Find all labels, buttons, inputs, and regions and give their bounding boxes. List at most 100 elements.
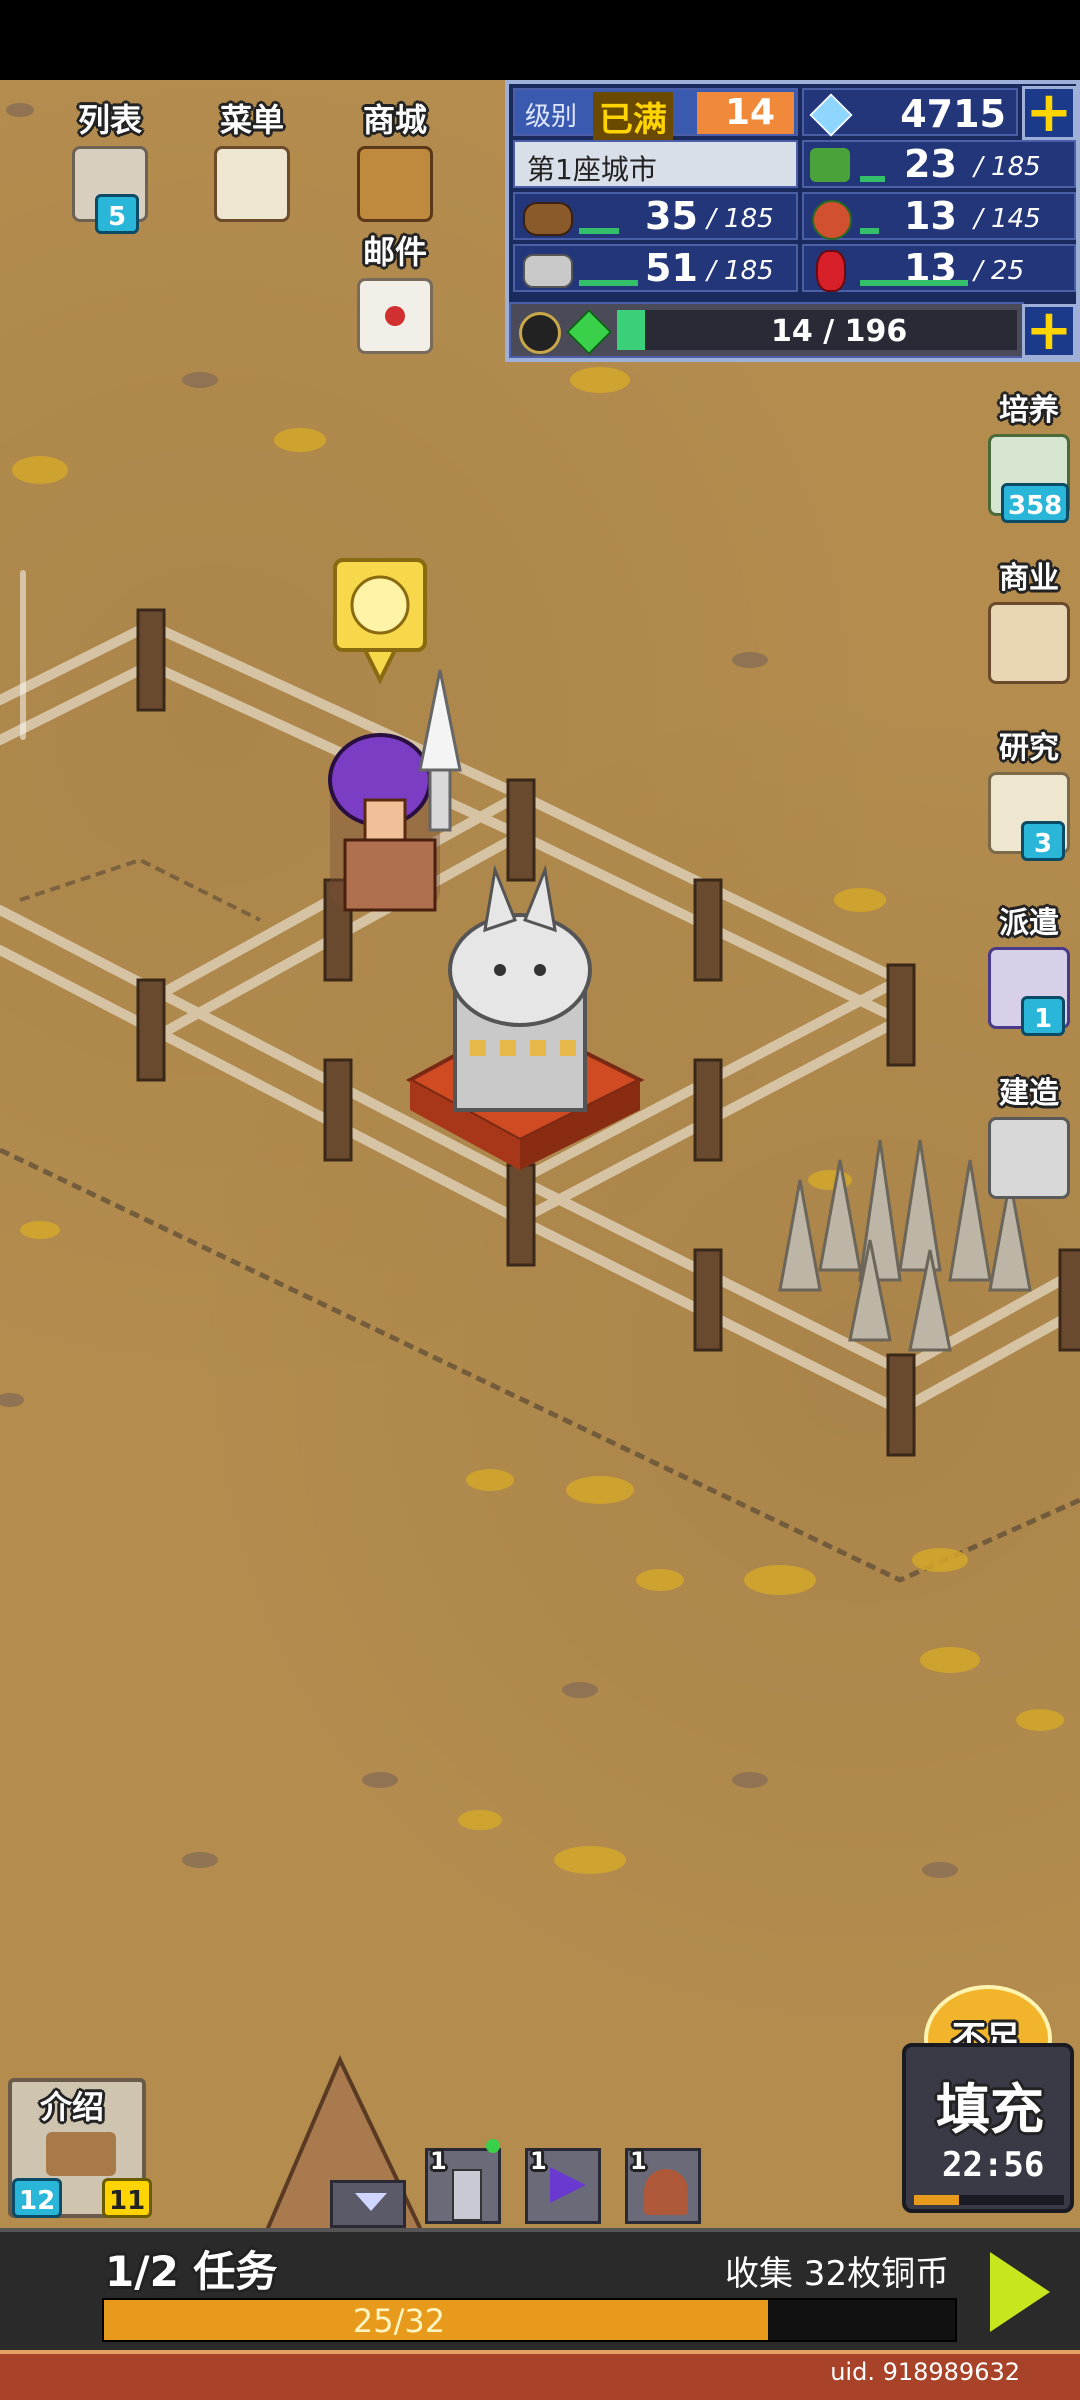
list-label: 列表 [77, 101, 142, 139]
wood-pile-icon [46, 2132, 116, 2176]
moon-icon [519, 312, 561, 354]
business-label: 商业 [999, 561, 1059, 596]
map-terrain [0, 103, 1080, 2230]
stone-max-value: 185 [724, 256, 774, 286]
house-icon [988, 602, 1070, 684]
wood-bar [579, 228, 620, 234]
list-icon: 5 [72, 146, 148, 234]
slot1-count: 1 [430, 2147, 447, 2175]
research-label: 研究 [999, 731, 1059, 766]
treasure-chest-icon [357, 146, 433, 222]
build-button[interactable]: 建造 [984, 1075, 1074, 1199]
level-value: 14 [725, 92, 776, 133]
grass-max: / 185 [974, 152, 1041, 182]
city-name: 第1座城市 [527, 153, 657, 186]
mail-label: 邮件 [362, 233, 427, 271]
intro-badge-right: 11 [102, 2178, 153, 2218]
food-value: 13 [904, 194, 957, 238]
grass-max-value: 185 [991, 152, 1041, 182]
refill-button[interactable]: 不足 填充 22:56 [900, 1985, 1078, 2220]
food-max: / 145 [974, 204, 1041, 234]
city-name-cell[interactable]: 第1座城市 [513, 140, 798, 188]
gem-count: 4715 [900, 92, 1006, 136]
dispatch-button[interactable]: 派遣 1 [984, 905, 1074, 1036]
menu-label: 菜单 [219, 101, 284, 139]
train-label: 培养 [999, 393, 1059, 428]
status-bar [0, 0, 1080, 80]
wood-value: 35 [645, 194, 698, 238]
research-button[interactable]: 研究 3 [984, 730, 1074, 861]
diamond-icon [809, 93, 853, 137]
uid-text: uid. 918989632 [830, 2358, 1020, 2386]
build-label: 建造 [999, 1076, 1059, 1111]
menu-board-icon [214, 146, 290, 222]
level-cell: 级别 已满 14 [513, 88, 798, 141]
wood-cell: 35 / 185 [513, 192, 798, 240]
intro-label: 介绍 [40, 2088, 105, 2126]
level-label: 级别 [525, 102, 578, 132]
list-badge: 5 [95, 194, 139, 234]
quest-go-button[interactable] [980, 2246, 1064, 2340]
ruby-icon [816, 250, 846, 292]
log-icon [523, 202, 573, 236]
cave-icon [644, 2169, 688, 2215]
food-cell: 13 / 145 [802, 192, 1076, 240]
collapse-tray-button[interactable] [330, 2180, 406, 2228]
purple-flag-icon [550, 2167, 586, 2203]
tower-icon [452, 2169, 482, 2221]
gem-cell: 4715 [802, 88, 1018, 137]
intro-button[interactable]: 介绍 12 11 [8, 2078, 153, 2218]
refill-bar [914, 2195, 1064, 2205]
level-status: 已满 [593, 92, 673, 141]
flag-icon: 1 [988, 947, 1070, 1036]
quest-bar[interactable]: 1/2 任务 收集 32枚铜币 25/32 [0, 2228, 1080, 2350]
hammer-icon [988, 1117, 1070, 1199]
train-badge: 358 [1001, 483, 1070, 523]
unit-slot-flag[interactable]: 1 [525, 2147, 601, 2224]
mail-button[interactable]: 邮件 [340, 232, 450, 354]
stone-max: / 185 [707, 256, 774, 286]
intro-badge-left: 12 [12, 2178, 63, 2218]
dispatch-badge: 1 [1021, 996, 1065, 1036]
food-max-value: 145 [991, 204, 1041, 234]
buy-exp-button[interactable]: + [1022, 303, 1076, 359]
grass-bar [860, 176, 885, 182]
food-bar [860, 228, 879, 234]
stone-value: 51 [645, 246, 698, 290]
wood-max: / 185 [707, 204, 774, 234]
slot2-count: 1 [530, 2147, 547, 2175]
green-dot-icon [486, 2139, 500, 2153]
quest-desc: 收集 32枚铜币 [725, 2254, 950, 2294]
quest-progress-track: 25/32 [102, 2298, 957, 2342]
ruby-max: / 25 [974, 256, 1025, 286]
grass-value: 23 [904, 142, 957, 186]
green-gem-icon [566, 309, 612, 355]
dispatch-label: 派遣 [999, 906, 1059, 941]
map-scroll-indicator[interactable] [20, 570, 26, 740]
train-button[interactable]: 培养 358 [984, 392, 1074, 523]
unit-slot-tower[interactable]: 1 [425, 2139, 501, 2224]
menu-button[interactable]: 菜单 [197, 100, 307, 222]
game-map[interactable] [0, 80, 1080, 2230]
shop-label: 商城 [362, 101, 427, 139]
ruby-bar [860, 280, 969, 286]
business-button[interactable]: 商业 [984, 560, 1074, 684]
refill-label: 填充 [936, 2078, 1044, 2141]
resource-panel: 级别 已满 14 4715 + 第1座城市 23 / 185 35 / 185 … [505, 80, 1080, 362]
buy-gems-button[interactable]: + [1022, 85, 1076, 141]
exp-cell: 14 / 196 [509, 302, 1024, 358]
stone-icon [523, 254, 573, 288]
exp-text: 14 / 196 [771, 314, 908, 349]
bottom-strip: uid. 918989632 [0, 2350, 1080, 2400]
play-arrow-icon [990, 2252, 1050, 2332]
unit-slot-cave[interactable]: 1 [625, 2147, 701, 2224]
shop-button[interactable]: 商城 [340, 100, 450, 222]
research-badge: 3 [1021, 821, 1065, 861]
train-up-arrow-icon: 358 [988, 434, 1070, 523]
slot3-count: 1 [630, 2147, 647, 2175]
refill-timer: 22:56 [942, 2145, 1045, 2185]
grass-cell: 23 / 185 [802, 140, 1076, 188]
list-button[interactable]: 列表 5 [55, 100, 165, 234]
quest-bar-text: 25/32 [352, 2302, 446, 2340]
chevron-down-icon [355, 2193, 387, 2211]
